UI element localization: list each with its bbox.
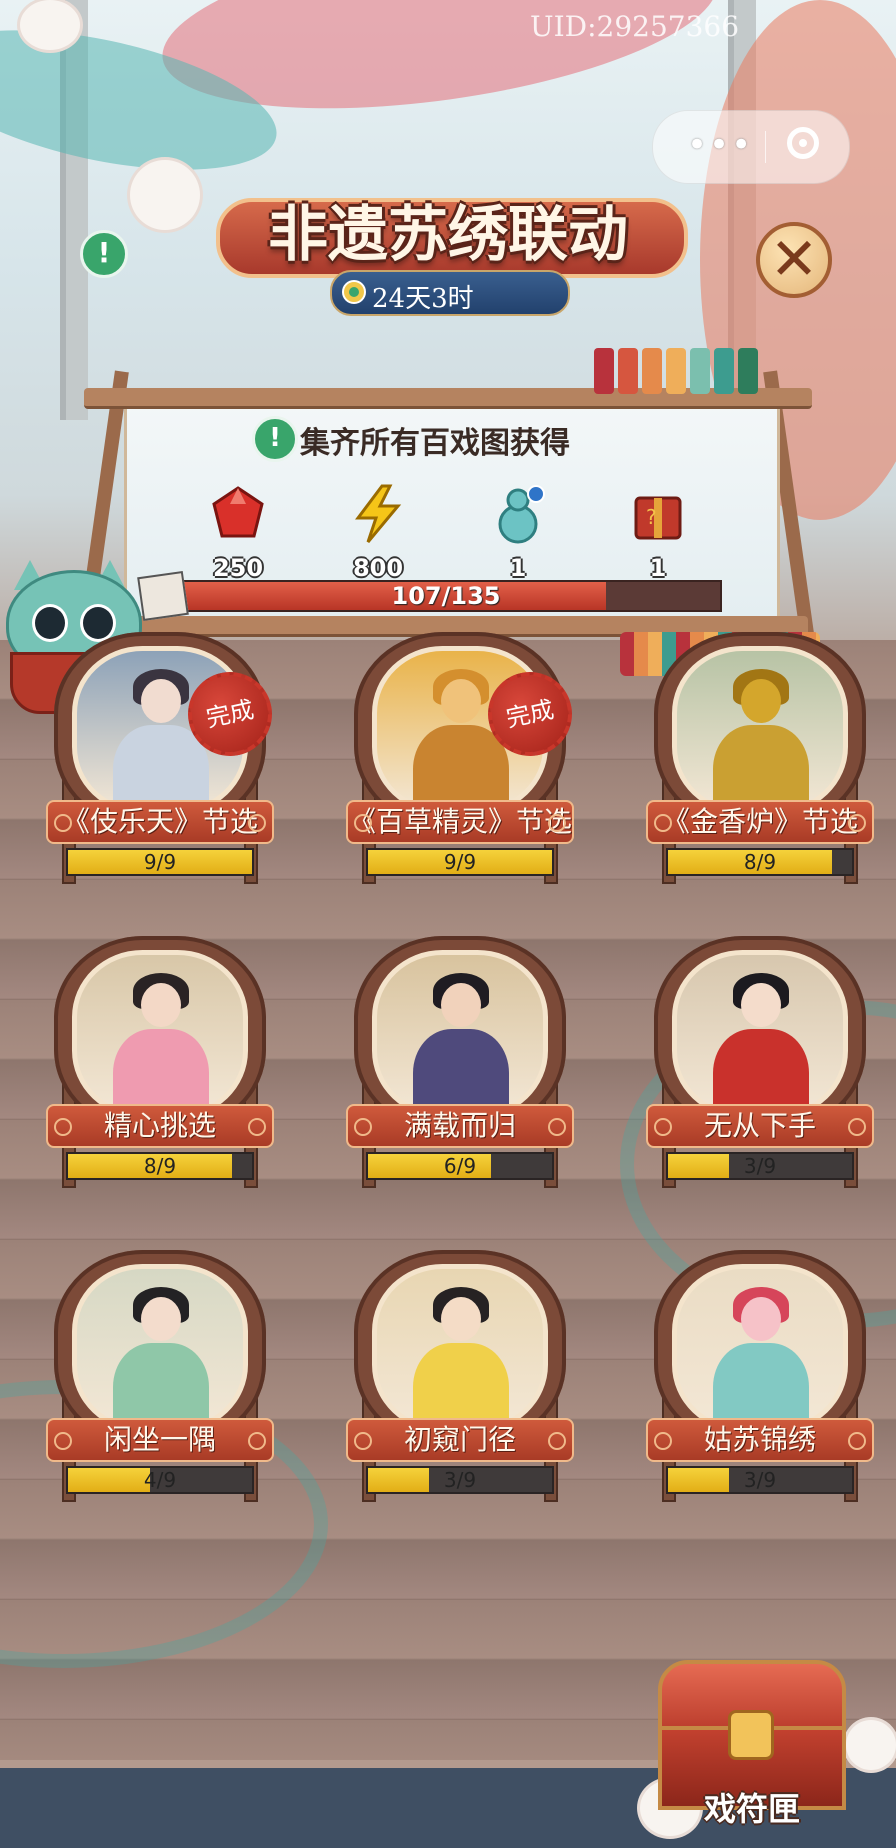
card-progress-text: 3/9 — [743, 1468, 777, 1492]
card-progress-text: 3/9 — [743, 1154, 777, 1178]
thread-spool — [666, 348, 686, 394]
card-illustration — [672, 646, 848, 814]
clock-icon — [342, 280, 366, 304]
card-title: 闲坐一隅 — [46, 1418, 274, 1462]
collection-progress-bar: 107/135 — [170, 580, 722, 612]
figure-face — [441, 983, 481, 1027]
collection-card[interactable]: 无从下手 3/9 — [640, 936, 880, 1192]
reward-count: 800 — [352, 554, 404, 582]
card-progress-bar: 3/9 — [666, 1152, 854, 1180]
mini-program-capsule[interactable]: ••• — [652, 110, 850, 184]
close-button[interactable]: ✕ — [756, 222, 832, 298]
collection-card[interactable]: 满载而归 6/9 — [340, 936, 580, 1192]
card-progress-bar: 4/9 — [66, 1466, 254, 1494]
figure-face — [141, 679, 181, 723]
reward-red-gem[interactable]: 250 — [188, 484, 288, 582]
exit-target-icon[interactable] — [787, 127, 819, 159]
mystery-box-icon: ? — [634, 496, 682, 540]
thread-spool — [618, 348, 638, 394]
thread-spool — [642, 348, 662, 394]
collection-card[interactable]: 《伎乐天》节选 9/9 完成 — [40, 632, 280, 888]
card-progress-bar: 3/9 — [366, 1466, 554, 1494]
chest-lock-icon — [728, 1710, 774, 1760]
goal-info-icon[interactable]: ! — [252, 416, 298, 462]
more-icon[interactable]: ••• — [687, 125, 753, 165]
collection-goal-text: 集齐所有百戏图获得 — [300, 426, 570, 461]
card-illustration — [72, 1264, 248, 1432]
red-gem-icon — [212, 486, 264, 538]
collection-progress-text: 107/135 — [391, 582, 501, 610]
card-progress-bar: 9/9 — [66, 848, 254, 876]
figure-face — [741, 983, 781, 1027]
thread-spool — [690, 348, 710, 394]
card-title: 《百草精灵》节选 — [346, 800, 574, 844]
collection-card[interactable]: 《金香炉》节选 8/9 — [640, 632, 880, 888]
card-title: 无从下手 — [646, 1104, 874, 1148]
thread-spool — [738, 348, 758, 394]
collection-card[interactable]: 精心挑选 8/9 — [40, 936, 280, 1192]
collection-card[interactable]: 闲坐一隅 4/9 — [40, 1250, 280, 1506]
card-illustration — [372, 1264, 548, 1432]
reward-count: 1 — [649, 554, 667, 582]
card-illustration — [672, 950, 848, 1118]
info-icon[interactable]: ! — [80, 230, 128, 278]
card-progress-bar: 9/9 — [366, 848, 554, 876]
figure-face — [441, 1297, 481, 1341]
card-progress-bar: 8/9 — [666, 848, 854, 876]
user-id: UID:29257366 — [530, 10, 740, 43]
reward-count: 1 — [509, 554, 527, 582]
thread-spool — [594, 348, 614, 394]
card-title: 姑苏锦绣 — [646, 1418, 874, 1462]
reward-gourd[interactable]: 1 — [468, 484, 568, 582]
card-progress-text: 9/9 — [143, 850, 177, 874]
card-title: 精心挑选 — [46, 1104, 274, 1148]
card-progress-bar: 3/9 — [666, 1466, 854, 1494]
chest-label[interactable]: 戏符匣 — [704, 1784, 800, 1830]
card-title: 《金香炉》节选 — [646, 800, 874, 844]
thread-spool — [714, 348, 734, 394]
gourd-icon — [498, 485, 545, 544]
card-progress-bar: 6/9 — [366, 1152, 554, 1180]
card-title: 《伎乐天》节选 — [46, 800, 274, 844]
lightning-icon — [355, 484, 402, 543]
figure-face — [441, 679, 481, 723]
card-title: 满载而归 — [346, 1104, 574, 1148]
countdown-timer: 24天3时 — [330, 270, 570, 316]
card-illustration — [372, 950, 548, 1118]
collection-card[interactable]: 初窥门径 3/9 — [340, 1250, 580, 1506]
card-progress-text: 6/9 — [443, 1154, 477, 1178]
figure-face — [741, 679, 781, 723]
blossom — [20, 0, 80, 50]
capsule-divider — [765, 131, 766, 163]
reward-mystery-box[interactable]: ? 1 — [608, 484, 708, 582]
countdown-text: 24天3时 — [372, 284, 474, 314]
blossom — [130, 160, 200, 230]
figure-face — [141, 1297, 181, 1341]
card-progress-text: 3/9 — [443, 1468, 477, 1492]
card-progress-text: 8/9 — [743, 850, 777, 874]
page-title: 非遗苏绣联动 — [268, 200, 628, 270]
card-progress-bar: 8/9 — [66, 1152, 254, 1180]
card-illustration — [672, 1264, 848, 1432]
collection-card[interactable]: 姑苏锦绣 3/9 — [640, 1250, 880, 1506]
figure-face — [741, 1297, 781, 1341]
card-title: 初窥门径 — [346, 1418, 574, 1462]
svg-text:?: ? — [646, 505, 657, 529]
card-progress-text: 9/9 — [443, 850, 477, 874]
reward-lightning[interactable]: 800 — [328, 484, 428, 582]
figure-face — [141, 983, 181, 1027]
collection-card[interactable]: 《百草精灵》节选 9/9 完成 — [340, 632, 580, 888]
card-progress-text: 4/9 — [143, 1468, 177, 1492]
reward-count: 250 — [212, 554, 264, 582]
card-progress-text: 8/9 — [143, 1154, 177, 1178]
card-illustration — [72, 950, 248, 1118]
